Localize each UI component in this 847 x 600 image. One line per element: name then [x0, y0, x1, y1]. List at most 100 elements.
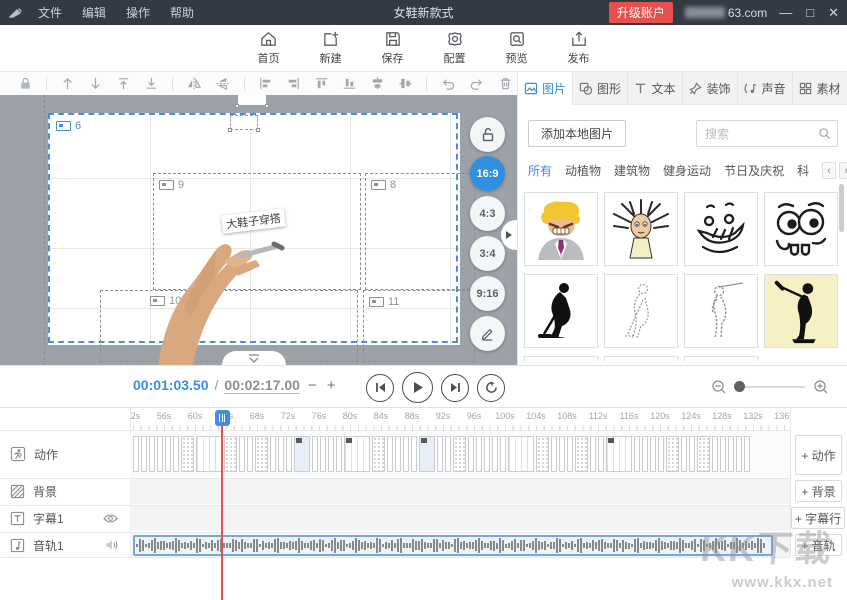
play-button[interactable] — [402, 372, 433, 403]
duration-increase-button[interactable]: + — [325, 377, 338, 394]
align-left-icon[interactable] — [258, 76, 273, 91]
frame-label-6[interactable]: 6 — [56, 120, 81, 132]
add-local-image-button[interactable]: 添加本地图片 — [528, 120, 626, 147]
menu-file[interactable]: 文件 — [38, 4, 62, 21]
menu-help[interactable]: 帮助 — [170, 4, 194, 21]
redo-icon[interactable] — [469, 76, 485, 91]
zoom-in-icon[interactable] — [813, 379, 829, 395]
upgrade-account-button[interactable]: 升级账户 — [609, 2, 673, 23]
account-email[interactable]: 63.com — [685, 6, 767, 20]
close-button[interactable]: ✕ — [828, 5, 839, 21]
frame-label-11[interactable]: 11 — [369, 296, 399, 308]
background-track-label[interactable]: 背景 — [0, 479, 130, 504]
category-fitness[interactable]: 健身运动 — [663, 162, 711, 179]
canvas-area[interactable]: 6 9 8 10 11 — [0, 95, 517, 365]
custom-ratio-button[interactable] — [470, 316, 505, 351]
home-button[interactable]: 首页 — [246, 30, 292, 66]
frame-label-9[interactable]: 9 — [159, 179, 184, 191]
clipart-partial-row[interactable] — [604, 356, 678, 362]
align-bottom-icon[interactable] — [342, 76, 357, 91]
search-icon[interactable] — [818, 127, 831, 140]
eye-icon[interactable] — [103, 513, 118, 524]
background-track-content[interactable] — [130, 479, 790, 504]
align-center-vertical-icon[interactable] — [398, 76, 413, 91]
category-all[interactable]: 所有 — [528, 162, 552, 179]
clipart-partial-row[interactable] — [684, 356, 758, 362]
undo-icon[interactable] — [440, 76, 456, 91]
tab-shapes[interactable]: 图形 — [573, 72, 628, 104]
zoom-out-icon[interactable] — [711, 379, 727, 395]
audio-track-content[interactable] — [130, 533, 790, 557]
frame-label-8[interactable]: 8 — [371, 179, 396, 191]
canvas-lock-button[interactable] — [470, 117, 505, 152]
action-track-content[interactable] — [130, 431, 790, 477]
move-to-top-icon[interactable] — [116, 76, 131, 91]
menu-edit[interactable]: 编辑 — [82, 4, 106, 21]
delete-icon[interactable] — [498, 76, 513, 91]
tab-text[interactable]: 文本 — [628, 72, 683, 104]
move-down-icon[interactable] — [88, 76, 103, 91]
menu-operate[interactable]: 操作 — [126, 4, 150, 21]
add-audio-track-button[interactable]: + 音轨 — [795, 534, 842, 556]
category-animals-plants[interactable]: 动植物 — [565, 162, 601, 179]
playhead-marker[interactable] — [215, 410, 230, 426]
tab-sound[interactable]: 声音 — [738, 72, 793, 104]
clipart-messy-hair[interactable] — [604, 192, 678, 266]
clipart-smile-sketch[interactable] — [684, 192, 758, 266]
small-selected-element[interactable] — [237, 95, 267, 106]
clipart-partial-row[interactable] — [524, 356, 598, 362]
zoom-slider-knob[interactable] — [734, 381, 745, 392]
tab-decoration[interactable]: 装饰 — [683, 72, 738, 104]
clipart-golfer-putting[interactable] — [524, 274, 598, 348]
maximize-button[interactable]: □ — [806, 5, 814, 21]
save-button[interactable]: 保存 — [370, 30, 416, 66]
clipart-golfer-swing[interactable] — [684, 274, 758, 348]
clipart-golfer-yellow[interactable] — [764, 274, 838, 348]
speaker-icon[interactable] — [105, 539, 118, 551]
move-up-icon[interactable] — [60, 76, 75, 91]
add-action-button[interactable]: + 动作 — [795, 435, 842, 475]
audio-clip[interactable] — [133, 535, 773, 556]
align-top-icon[interactable] — [314, 76, 329, 91]
add-background-button[interactable]: + 背景 — [795, 480, 842, 502]
ratio-4-3-button[interactable]: 4:3 — [470, 196, 505, 231]
clipart-big-eyes[interactable] — [764, 192, 838, 266]
small-dashed-element[interactable] — [230, 115, 258, 130]
loop-button[interactable] — [477, 374, 505, 402]
flip-vertical-icon[interactable] — [215, 76, 231, 91]
duration-decrease-button[interactable]: − — [306, 377, 319, 394]
flip-horizontal-icon[interactable] — [186, 76, 202, 91]
zoom-slider[interactable] — [735, 386, 805, 388]
total-duration[interactable]: 00:02:17.00 — [224, 377, 300, 394]
category-scroll-right-button[interactable]: › — [839, 162, 847, 179]
category-scroll-left-button[interactable]: ‹ — [822, 162, 836, 179]
search-input[interactable] — [696, 120, 838, 147]
move-to-bottom-icon[interactable] — [144, 76, 159, 91]
category-festival[interactable]: 节日及庆祝 — [724, 162, 784, 179]
tab-images[interactable]: 图片 — [518, 72, 573, 105]
align-right-icon[interactable] — [286, 76, 301, 91]
publish-button[interactable]: 发布 — [556, 30, 602, 66]
panel-scrollbar[interactable] — [839, 184, 844, 232]
audio-track-label[interactable]: 音轨1 — [0, 533, 130, 557]
tab-assets[interactable]: 素材 — [793, 72, 847, 104]
skip-to-end-button[interactable] — [441, 374, 469, 402]
subtitle-track-content[interactable] — [130, 506, 790, 531]
new-button[interactable]: 新建 — [308, 30, 354, 66]
ratio-9-16-button[interactable]: 9:16 — [470, 276, 505, 311]
minimize-button[interactable]: — — [779, 5, 792, 21]
clipart-golfer-sketch[interactable] — [604, 274, 678, 348]
preview-button[interactable]: 预览 — [494, 30, 540, 66]
add-subtitle-row-button[interactable]: + 字幕行 — [791, 507, 845, 529]
lock-icon[interactable] — [18, 76, 33, 91]
action-track-label[interactable]: 动作 — [0, 431, 130, 477]
align-center-horizontal-icon[interactable] — [370, 76, 385, 91]
skip-to-start-button[interactable] — [366, 374, 394, 402]
subtitle-track-label[interactable]: 字幕1 — [0, 506, 130, 531]
ratio-16-9-button[interactable]: 16:9 — [470, 156, 505, 191]
clipart-angry-businessman[interactable] — [524, 192, 598, 266]
canvas-collapse-handle[interactable] — [222, 351, 286, 365]
category-tech-truncated[interactable]: 科 — [797, 162, 809, 179]
category-buildings[interactable]: 建筑物 — [614, 162, 650, 179]
config-button[interactable]: 配置 — [432, 30, 478, 66]
